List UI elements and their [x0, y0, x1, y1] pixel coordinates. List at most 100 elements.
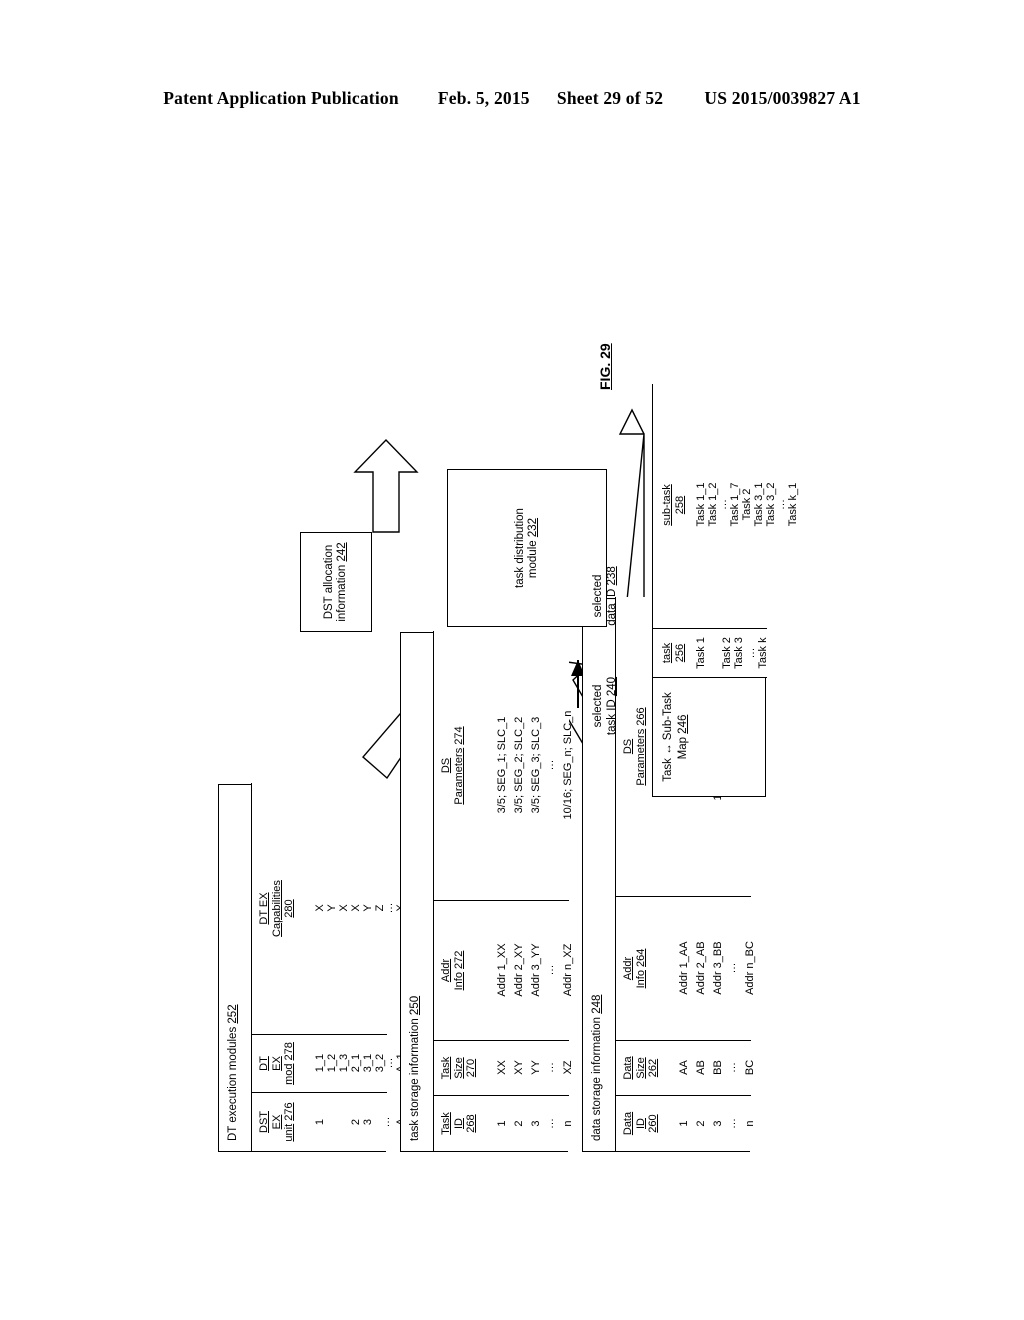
ds-data-id-ref: 260 [647, 1114, 659, 1133]
ts-ds-ref: 274 [452, 726, 465, 745]
dt-col-dt-ex-mod-h3: mod [283, 1063, 295, 1085]
table-cell: Addr 2_AB [695, 941, 707, 995]
tsm-subtask-ref: 258 [673, 495, 686, 515]
selected-task-id-label: selected task ID 240 [592, 676, 618, 736]
data-storage-information-ref: 248 [591, 994, 603, 1014]
table-cell: 1_1 [314, 1053, 326, 1073]
ts-task-size-h1: Task [440, 1056, 452, 1080]
table-cell: 1 [314, 1118, 326, 1126]
header-publication-number: US 2015/0039827 A1 [704, 88, 861, 108]
task-distribution-module-ref: 232 [527, 517, 539, 538]
ts-task-id-h2: ID [452, 1118, 465, 1129]
table-cell: Task 1_7 [729, 482, 741, 527]
table-cell: Addr 3_YY [530, 943, 542, 997]
dt-col-dt-ex-mod-ref: 278 [283, 1042, 295, 1061]
ds-addr-ref: 264 [634, 948, 647, 967]
ts-col-task-size-header: Task Size 270 [440, 1041, 478, 1095]
figure-label: FIG. 29 [597, 343, 613, 390]
dt-execution-modules-ref: 252 [227, 1004, 239, 1024]
page-header: Patent Application Publication Feb. 5, 2… [0, 88, 1024, 109]
ts-col-addr-info-header: Addr Info 272 [440, 901, 465, 1040]
ds-data-id-h2: ID [634, 1118, 647, 1129]
tsm-col-task-header: task 256 [661, 629, 686, 677]
table-cell: … [745, 647, 757, 659]
dt-col-dt-ex-capabilities: DT EX Capabilities 280 X Y X X Y Z … X X [252, 783, 419, 1035]
ts-addr-ref: 272 [452, 950, 465, 969]
table-cell: Task k_1 [787, 482, 799, 527]
table-cell: … [544, 1062, 556, 1073]
dst-allocation-ref: 242 [336, 542, 348, 562]
tsm-col-task: task 256 Task 1 Task 2 Task 3 … Task k [653, 629, 769, 677]
task-subtask-map-grid: task 256 Task 1 Task 2 Task 3 … Task k s… [653, 382, 799, 678]
ts-col-task-size: Task Size 270 XX XY YY … XZ [434, 1041, 574, 1096]
dt-col-dt-ex-mod-h1: DT [258, 1056, 270, 1071]
table-cell: … [380, 1116, 392, 1128]
header-date: Feb. 5, 2015 [437, 88, 530, 108]
table-cell: 3 [712, 1120, 724, 1127]
table-cell: 1_3 [338, 1053, 350, 1073]
dt-execution-modules-title: DT execution modules 252 [227, 1004, 239, 1141]
task-distribution-module-label: task distribution module 232 [513, 508, 540, 588]
table-cell: 2_1 [350, 1053, 362, 1073]
table-cell: 3/5; SEG_1; SLC_1 [496, 716, 508, 814]
ts-task-id-h1: Task [440, 1112, 452, 1135]
ds-data-size-ref: 262 [647, 1058, 659, 1078]
task-distribution-module-line1: task distribution [513, 508, 526, 588]
ts-ds-h1: DS [440, 757, 452, 774]
table-cell: Task 1 [695, 637, 707, 669]
figure-canvas: DT execution modules 252 DST EX unit 276… [200, 228, 824, 1152]
ts-col-task-id-header: Task ID 268 [440, 1096, 478, 1151]
tsm-task-ref: 256 [673, 643, 686, 663]
ds-addr-h2: Info [634, 970, 647, 989]
task-storage-grid: Task ID 268 1 2 3 … n Task Size 270 XX X… [433, 631, 574, 1151]
table-cell: Addr n_XZ [562, 943, 574, 997]
table-cell: Task 2 [721, 637, 733, 669]
task-distribution-module-box[interactable]: task distribution module 232 [447, 469, 607, 627]
task-subtask-map-table: Task ↔ Sub-Task Map 246 task 256 Task 1 … [652, 382, 799, 797]
table-cell: X [314, 904, 326, 912]
table-cell: … [726, 1062, 738, 1073]
ds-data-size-h2: Size [634, 1057, 647, 1079]
table-cell: 2 [513, 1120, 525, 1127]
ts-addr-h1: Addr [440, 958, 452, 983]
ds-col-data-id-header: Data ID 260 [622, 1096, 660, 1151]
task-subtask-map-title: Task ↔ Sub-Task Map 246 [662, 692, 689, 782]
ts-task-size-ref: 270 [465, 1058, 477, 1078]
dt-col-dst-ex-unit-h2: EX [270, 1114, 283, 1130]
ds-col-data-size: Data Size 262 AA AB BB … BC [616, 1041, 756, 1096]
dt-col-dt-ex-mod-header: DT EX mod 278 [258, 1035, 296, 1092]
ds-ds-h2: Parameters [634, 728, 647, 786]
ts-addr-h2: Info [452, 972, 465, 991]
dst-allocation-information-box[interactable]: DST allocation information 242 [300, 532, 372, 632]
table-cell: 10/16; SEG_n; SLC_n [562, 710, 574, 820]
tsm-col-subtask-header: sub-task 258 [661, 382, 686, 628]
table-cell: Task k [757, 637, 769, 669]
ds-ds-ref: 266 [634, 707, 647, 726]
table-cell: 1_2 [326, 1053, 338, 1073]
task-storage-information-table: task storage information 250 Task ID 268… [400, 631, 574, 1152]
task-subtask-map-title-line1: Task ↔ Sub-Task [662, 692, 674, 782]
selected-data-id-line1: selected [592, 574, 604, 618]
dt-execution-modules-table: DT execution modules 252 DST EX unit 276… [218, 783, 419, 1152]
dt-col-dt-ex-capabilities-header: DT EX Capabilities 280 [258, 783, 296, 1034]
dt-col-dst-ex-unit: DST EX unit 276 1 2 3 … A [252, 1093, 407, 1151]
selected-task-id-ref: 240 [605, 676, 618, 697]
header-sheet: Sheet 29 of 52 [556, 88, 664, 108]
table-cell: Addr 1_XX [496, 943, 508, 997]
dst-allocation-information-label: DST allocation information 242 [322, 542, 349, 622]
ts-col-addr-info: Addr Info 272 Addr 1_XX Addr 2_XY Addr 3… [434, 901, 574, 1041]
header-publication: Patent Application Publication [163, 88, 399, 108]
table-cell: … [383, 902, 395, 914]
table-cell: … [383, 1057, 395, 1069]
dt-execution-modules-grid: DST EX unit 276 1 2 3 … A DT EX [251, 783, 419, 1151]
dt-col-cap-h1: DT EX [258, 892, 270, 925]
dt-col-dst-ex-unit-h3: unit [283, 1123, 295, 1142]
ts-col-ds-parameters: DS Parameters 274 3/5; SEG_1; SLC_1 3/5;… [434, 631, 574, 901]
ds-ds-h1: DS [622, 738, 634, 755]
ds-col-data-id: Data ID 260 1 2 3 … n [616, 1096, 756, 1151]
ds-data-id-h1: Data [622, 1111, 634, 1136]
table-cell: Task 3 [733, 637, 745, 669]
table-cell: BB [712, 1060, 724, 1075]
ds-col-ds-parameters-header: DS Parameters 266 [622, 597, 647, 896]
data-storage-information-title: data storage information 248 [591, 994, 603, 1141]
